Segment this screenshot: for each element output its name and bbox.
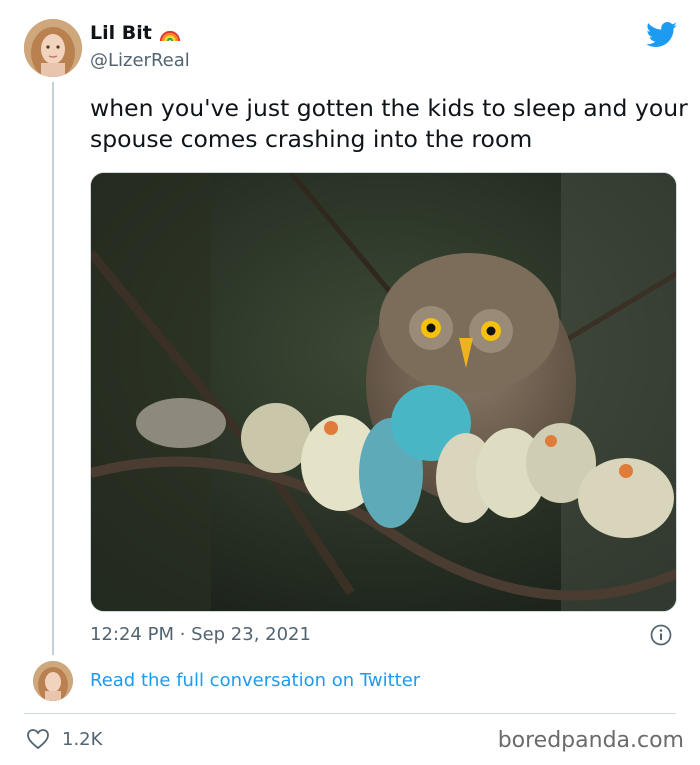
info-icon[interactable]: [650, 624, 672, 646]
read-conversation-link[interactable]: Read the full conversation on Twitter: [90, 670, 420, 691]
like-count: 1.2K: [62, 728, 103, 750]
rainbow-icon: [159, 30, 180, 42]
watermark: boredpanda.com: [497, 728, 684, 753]
tweet-timestamp[interactable]: 12:24 PM · Sep 23, 2021: [90, 624, 311, 645]
divider: [24, 713, 676, 714]
like-action[interactable]: 1.2K: [26, 728, 102, 750]
heart-icon[interactable]: [26, 728, 50, 750]
thread-line: [52, 82, 54, 655]
author-name-row[interactable]: Lil Bit: [90, 22, 182, 44]
tweet-photo[interactable]: [90, 172, 677, 612]
tweet-text: when you've just gotten the kids to slee…: [90, 94, 688, 153]
author-handle[interactable]: @LizerReal: [90, 50, 190, 71]
author-display-name[interactable]: Lil Bit: [90, 22, 152, 44]
author-avatar-small[interactable]: [33, 661, 73, 701]
twitter-bird-icon[interactable]: [646, 22, 678, 48]
author-avatar[interactable]: [24, 19, 82, 77]
